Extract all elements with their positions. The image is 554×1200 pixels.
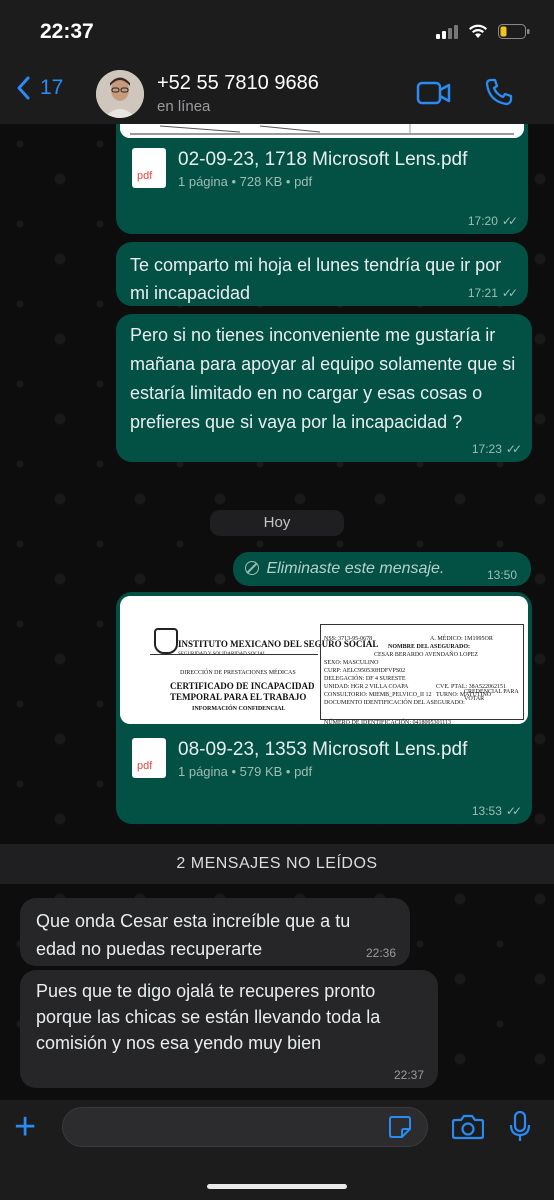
imss-logo — [154, 628, 178, 654]
deleted-icon — [245, 561, 259, 575]
deleted-message-text: Eliminaste este mensaje. — [266, 560, 445, 577]
chevron-left-icon — [17, 76, 30, 100]
microphone-icon[interactable] — [509, 1111, 531, 1143]
document-preview-image — [120, 124, 524, 138]
status-time: 22:37 — [40, 20, 94, 43]
read-ticks-icon: ✓✓ — [505, 804, 522, 818]
message-outgoing[interactable]: Te comparto mi hoja el lunes tendría que… — [116, 242, 528, 306]
message-deleted[interactable]: Eliminaste este mensaje. 13:50 — [233, 552, 531, 586]
status-bar: 22:37 — [0, 0, 554, 62]
document-file-name: 02-09-23, 1718 Microsoft Lens.pdf — [178, 149, 468, 170]
message-document[interactable]: pdf 02-09-23, 1718 Microsoft Lens.pdf 1 … — [116, 124, 528, 234]
camera-icon[interactable] — [452, 1114, 484, 1140]
message-time: 13:53 ✓✓ — [471, 804, 522, 818]
read-ticks-icon: ✓✓ — [501, 214, 518, 228]
pdf-file-icon: pdf — [132, 738, 166, 778]
message-time: 22:37 — [393, 1068, 424, 1082]
document-file-name: 08-09-23, 1353 Microsoft Lens.pdf — [178, 739, 468, 760]
video-call-icon[interactable] — [416, 80, 452, 106]
cellular-signal-icon — [436, 24, 458, 39]
chat-header: 17 +52 55 7810 9686 en línea — [0, 62, 554, 125]
unread-messages-separator: 2 MENSAJES NO LEÍDOS — [0, 844, 554, 884]
message-text: Pero si no tienes inconveniente me gusta… — [130, 325, 516, 432]
phone-call-icon[interactable] — [484, 77, 514, 107]
message-incoming[interactable]: Que onda Cesar esta increíble que a tu e… — [20, 898, 410, 966]
message-time: 13:50 — [486, 568, 517, 582]
avatar[interactable] — [96, 70, 144, 118]
sticker-icon[interactable] — [388, 1115, 412, 1139]
day-separator: Hoy — [210, 510, 344, 536]
profile-photo — [96, 70, 144, 118]
message-text: Pues que te digo ojalá te recuperes pron… — [36, 981, 381, 1053]
back-button[interactable]: 17 — [16, 76, 63, 100]
message-time: 17:20 ✓✓ — [467, 214, 518, 228]
read-ticks-icon: ✓✓ — [501, 286, 518, 300]
battery-icon — [498, 24, 530, 39]
contact-status: en línea — [157, 98, 211, 115]
preview-confidential: INFORMACIÓN CONFIDENCIAL — [192, 706, 286, 712]
chat-area[interactable]: pdf 02-09-23, 1718 Microsoft Lens.pdf 1 … — [0, 124, 554, 1100]
message-time: 17:21 ✓✓ — [467, 286, 518, 300]
message-input[interactable] — [62, 1107, 428, 1147]
pdf-file-icon: pdf — [132, 148, 166, 188]
read-ticks-icon: ✓✓ — [505, 442, 522, 456]
message-document[interactable]: INSTITUTO MEXICANO DEL SEGURO SOCIAL SEG… — [116, 592, 532, 824]
home-indicator[interactable] — [207, 1184, 347, 1189]
unread-chats-count: 17 — [40, 76, 64, 99]
contact-name[interactable]: +52 55 7810 9686 — [157, 72, 319, 95]
document-preview: INSTITUTO MEXICANO DEL SEGURO SOCIAL SEG… — [120, 596, 528, 724]
document-meta: 1 página • 728 KB • pdf — [178, 174, 313, 189]
status-icons — [436, 24, 530, 39]
message-outgoing[interactable]: Pero si no tienes inconveniente me gusta… — [116, 314, 532, 462]
attach-plus-icon[interactable]: + — [14, 1108, 50, 1146]
document-preview-partial — [120, 124, 524, 138]
message-time: 22:36 — [365, 946, 396, 960]
message-text: Te comparto mi hoja el lunes tendría que… — [130, 255, 502, 303]
message-text: Que onda Cesar esta increíble que a tu e… — [36, 911, 351, 959]
wifi-icon — [469, 24, 487, 38]
message-time: 17:23 ✓✓ — [471, 442, 522, 456]
document-meta: 1 página • 579 KB • pdf — [178, 764, 313, 779]
message-incoming[interactable]: Pues que te digo ojalá te recuperes pron… — [20, 970, 438, 1088]
